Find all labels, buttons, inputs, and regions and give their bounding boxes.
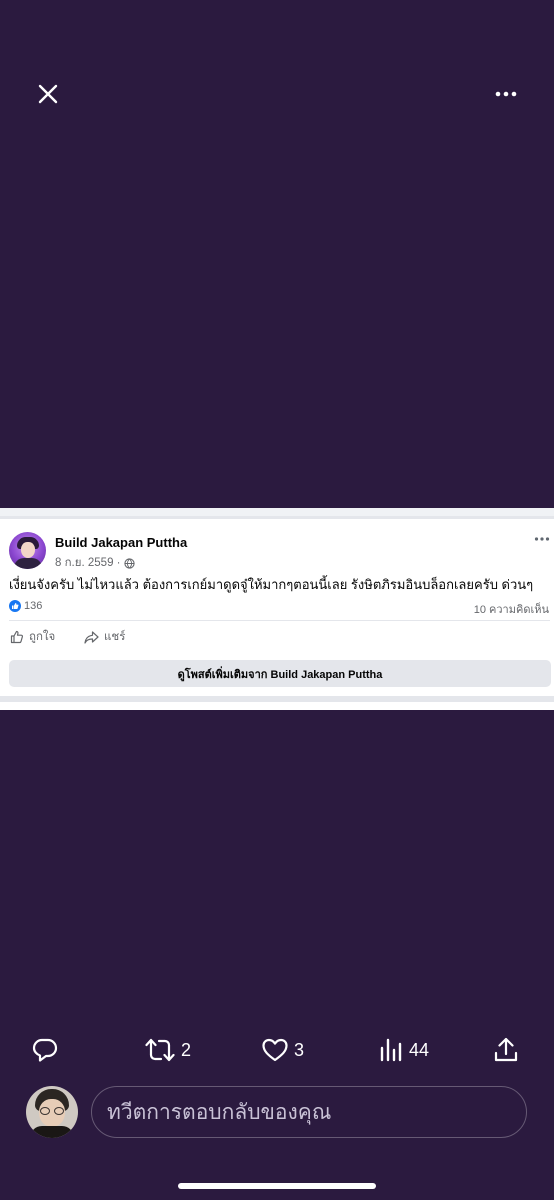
fb-like-label: ถูกใจ [29,631,56,643]
more-horizontal-icon [495,91,517,97]
fb-post-text: เงี่ยนจังครับ ไม่ไหวแล้ว ต้องการเกย์มาดู… [9,577,534,592]
fb-bottom-band [0,696,554,702]
retweet-count: 2 [181,1039,192,1060]
like-button[interactable]: 3 [262,1030,304,1070]
tweet-action-bar: 2 3 44 [0,1030,554,1070]
fb-author-avatar [9,532,46,569]
retweet-icon [145,1038,175,1062]
reply-icon [32,1038,58,1062]
fb-post-meta: 8 ก.ย. 2559 · [55,554,135,572]
more-options-button[interactable] [486,74,526,114]
share-icon [494,1037,518,1062]
avatar[interactable] [26,1086,78,1138]
fb-top-band [0,508,554,516]
fb-comments-count: 10 ความคิดเห็น [473,604,549,616]
reply-button[interactable] [32,1030,58,1070]
reply-input[interactable]: ทวีตการตอบกลับของคุณ [91,1086,527,1138]
fb-top-band-line [0,516,554,519]
like-count: 3 [294,1039,305,1060]
fb-like-action: ถูกใจ [10,628,55,646]
heart-icon [262,1038,288,1062]
fb-see-more-button: ดูโพสต์เพิ่มเติมจาก Build Jakapan Puttha [9,660,551,687]
views-count: 44 [409,1039,430,1060]
retweet-button[interactable]: 2 [145,1030,191,1070]
fb-post-date: 8 ก.ย. 2559 · [55,557,121,569]
thumbs-up-icon [10,630,23,644]
fb-more-icon [534,537,550,541]
share-button[interactable] [493,1030,519,1070]
views-icon [380,1038,402,1062]
fb-divider [9,620,550,621]
embedded-facebook-post[interactable]: Build Jakapan Puttha 8 ก.ย. 2559 · เงี่ย… [0,508,554,710]
fb-share-action: แชร์ [84,628,125,646]
like-reaction-icon [9,600,21,612]
fb-author-name: Build Jakapan Puttha [55,535,188,550]
home-indicator[interactable] [178,1183,376,1189]
fb-share-label: แชร์ [104,631,126,643]
fb-reactions: 136 [9,600,42,612]
close-button[interactable] [28,74,68,114]
close-icon [38,84,58,104]
views-button[interactable]: 44 [379,1030,429,1070]
fb-share-arrow-icon [84,630,99,644]
globe-icon [123,557,135,569]
fb-reactions-count: 136 [24,600,43,612]
